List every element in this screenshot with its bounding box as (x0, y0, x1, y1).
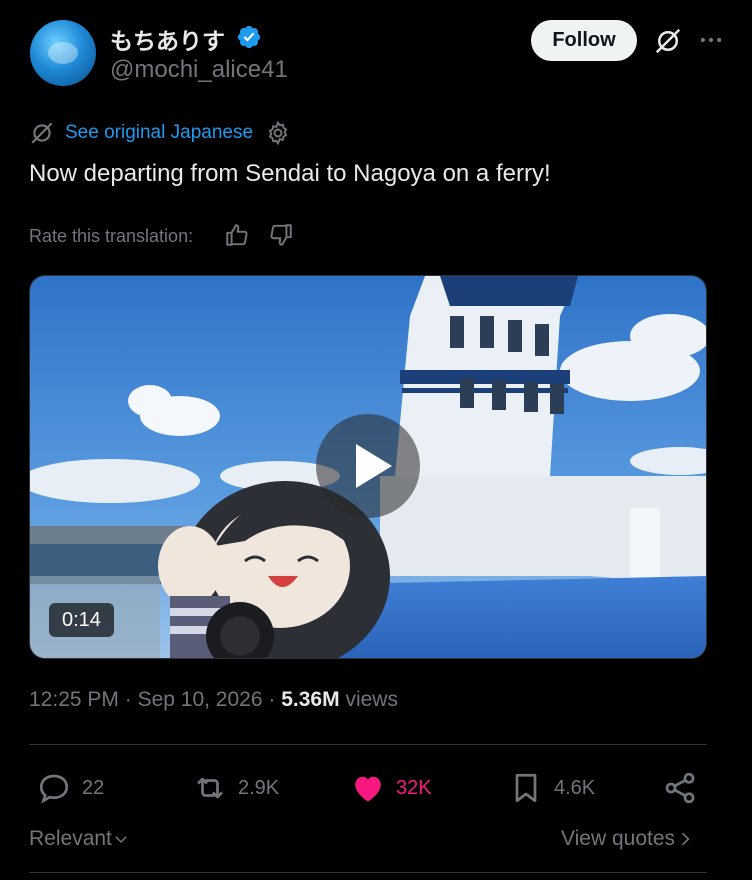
meta-separator: · (124, 688, 132, 711)
post-text: Now departing from Sendai to Nagoya on a… (29, 160, 551, 187)
verified-badge-icon (237, 25, 261, 49)
chevron-down-icon (115, 836, 127, 844)
more-options-icon[interactable] (697, 26, 725, 54)
share-icon (665, 772, 695, 804)
sort-label: Relevant (29, 827, 112, 850)
bookmark-button[interactable]: 4.6K (508, 768, 595, 808)
share-button[interactable] (662, 768, 708, 808)
divider (29, 872, 707, 873)
thumbs-up-icon[interactable] (224, 222, 250, 248)
chevron-right-icon (681, 832, 690, 846)
reply-button[interactable]: 22 (36, 768, 104, 808)
meta-separator: · (268, 688, 276, 711)
grok-icon[interactable] (653, 26, 683, 56)
repost-button[interactable]: 2.9K (192, 768, 279, 808)
divider (29, 744, 707, 745)
display-name[interactable]: もちありす (110, 22, 225, 56)
sort-dropdown[interactable]: Relevant (29, 827, 130, 851)
repost-count: 2.9K (238, 776, 280, 799)
see-original-link[interactable]: See original Japanese (65, 122, 253, 144)
views-label: views (345, 688, 398, 711)
video-duration: 0:14 (49, 603, 114, 637)
view-quotes-label: View quotes (561, 827, 676, 850)
avatar[interactable] (30, 20, 96, 86)
translate-icon (31, 122, 53, 144)
like-button[interactable]: 32K (350, 768, 432, 808)
bookmark-icon (515, 773, 537, 803)
rate-translation-label: Rate this translation: (29, 226, 194, 246)
follow-button[interactable]: Follow (531, 20, 637, 61)
handle[interactable]: @mochi_alice41 (110, 56, 288, 84)
reply-count: 22 (82, 776, 105, 799)
reply-icon (39, 774, 69, 804)
bookmark-count: 4.6K (554, 776, 596, 799)
post-date[interactable]: Sep 10, 2026 (138, 688, 263, 711)
post-meta: 12:25 PM · Sep 10, 2026 · 5.36M views (29, 688, 398, 712)
heart-icon (355, 776, 381, 802)
play-button[interactable] (316, 414, 420, 518)
repost-icon (197, 777, 223, 799)
like-count: 32K (396, 776, 432, 799)
gear-icon[interactable] (265, 120, 291, 146)
view-quotes-link[interactable]: View quotes (561, 827, 695, 851)
views-count: 5.36M (281, 688, 340, 711)
thumbs-down-icon[interactable] (268, 222, 294, 248)
post-time[interactable]: 12:25 PM (29, 688, 119, 711)
